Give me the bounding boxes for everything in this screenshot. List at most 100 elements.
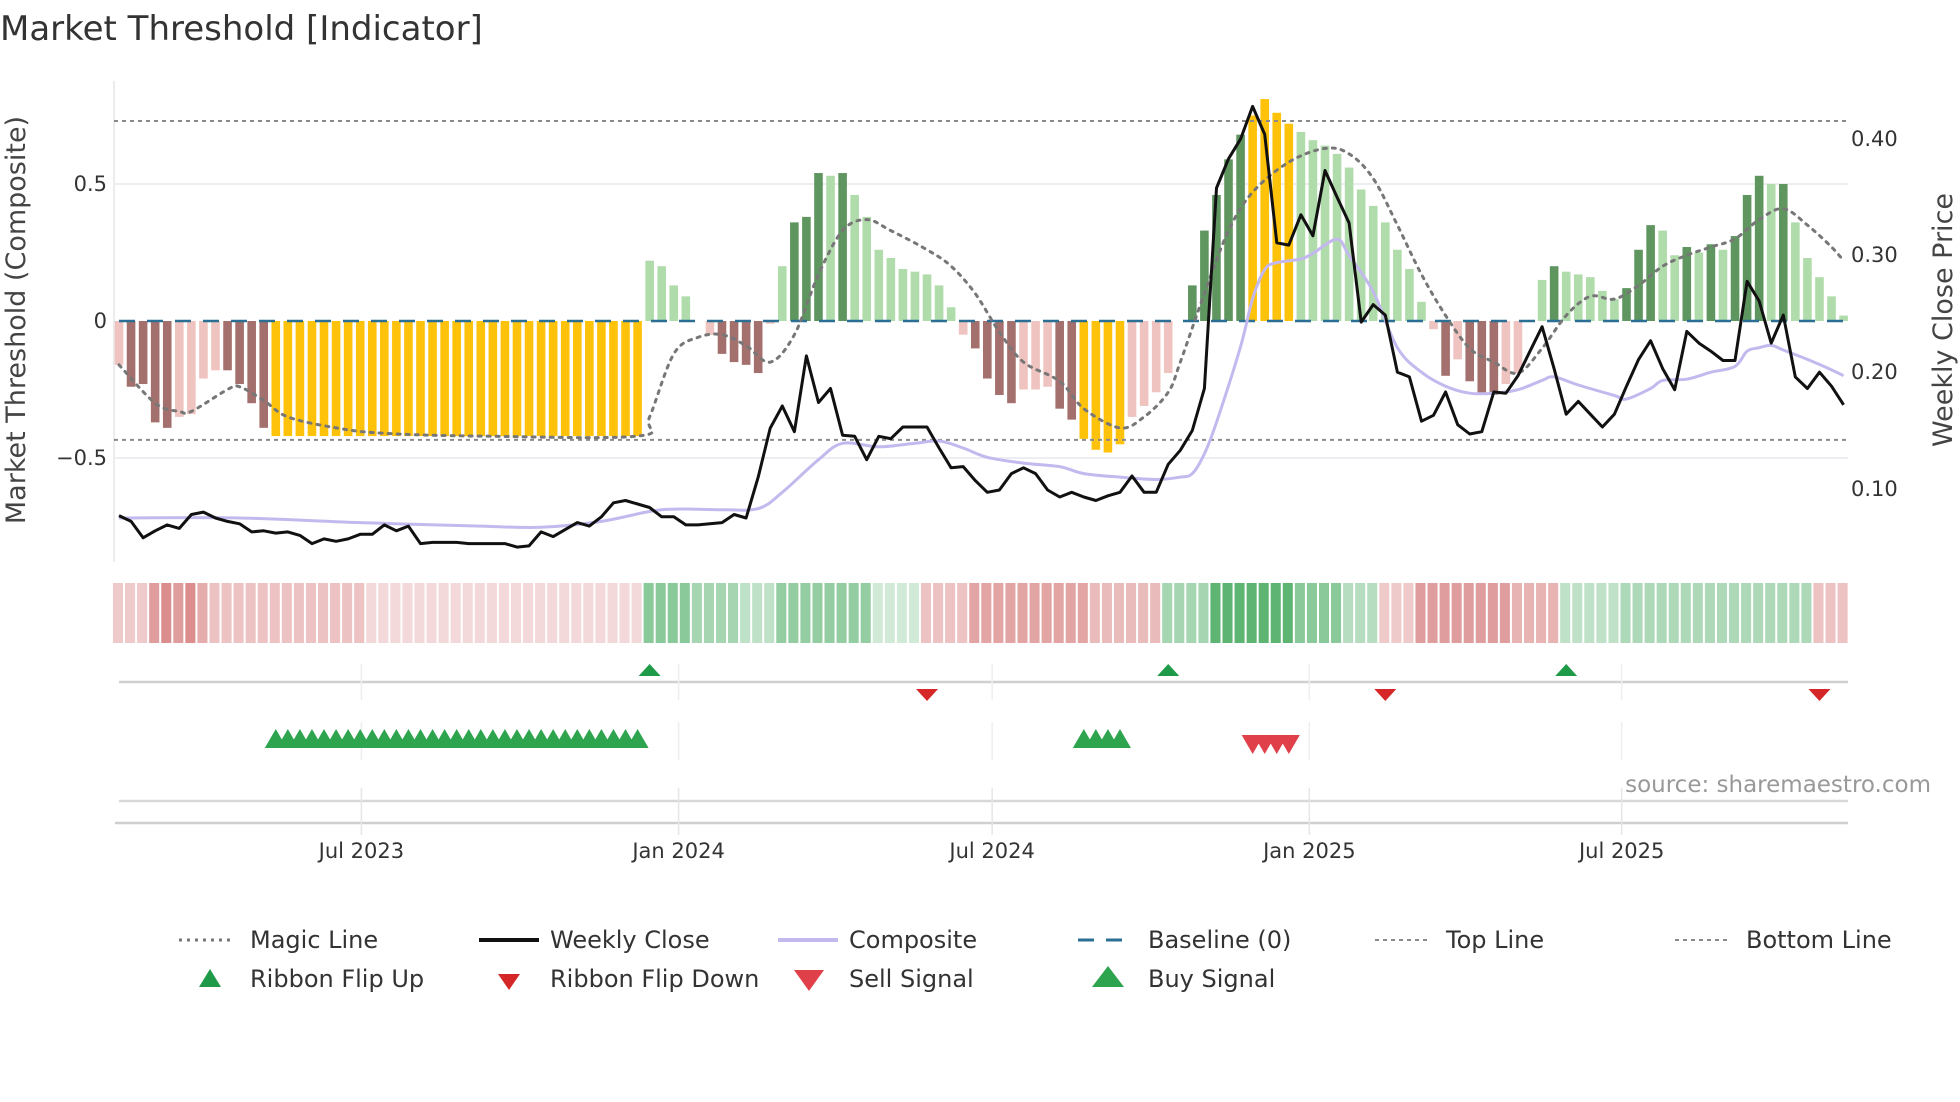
legend-label: Bottom Line xyxy=(1746,926,1892,954)
ribbon-cell xyxy=(535,583,546,643)
composite-bar xyxy=(1827,296,1836,321)
triangle-down-icon xyxy=(794,970,824,991)
composite-bar xyxy=(1718,249,1728,321)
ribbon-cell xyxy=(619,583,630,643)
legend-item-composite[interactable]: Composite xyxy=(778,926,977,954)
ribbon-flip-up-marker xyxy=(1157,664,1180,676)
ribbon-cell xyxy=(523,583,534,643)
ribbon-cell xyxy=(1813,583,1824,643)
composite-bar xyxy=(1031,321,1040,390)
ribbon-cell xyxy=(1536,583,1547,643)
triangle-up-icon xyxy=(199,969,221,987)
ribbon-cell xyxy=(378,583,389,643)
composite-bar xyxy=(1730,236,1740,321)
composite-bar xyxy=(536,321,546,437)
composite-bar xyxy=(1067,321,1077,420)
ribbon-cell xyxy=(450,583,461,643)
composite-line xyxy=(118,237,1845,530)
ribbon-cell xyxy=(764,583,775,643)
composite-bar xyxy=(898,268,908,321)
composite-bar xyxy=(452,321,461,437)
ribbon-cell xyxy=(1234,583,1245,643)
composite-bar xyxy=(488,321,498,437)
signals xyxy=(264,729,1300,754)
composite-bar xyxy=(331,321,341,437)
ribbon-cell xyxy=(462,583,473,643)
composite-bar xyxy=(343,321,353,437)
legend-item-ribbon-flip-up[interactable]: Ribbon Flip Up xyxy=(199,965,424,993)
weekly-close-line xyxy=(118,104,1845,549)
composite-bar xyxy=(500,321,510,437)
ribbon-cell xyxy=(1162,583,1173,643)
legend-item-ribbon-flip-down[interactable]: Ribbon Flip Down xyxy=(498,965,759,993)
composite-bar xyxy=(778,266,787,321)
composite-bar xyxy=(1127,321,1137,417)
composite-bar xyxy=(162,321,172,428)
composite-bar xyxy=(1296,131,1306,321)
ribbon-cell xyxy=(1741,583,1752,643)
ribbon-cell xyxy=(173,583,184,643)
composite-bar xyxy=(681,296,691,321)
ribbon-cell xyxy=(884,583,895,643)
legend-item-buy-signal[interactable]: Buy Signal xyxy=(1092,965,1275,993)
composite-bar xyxy=(1489,321,1499,395)
composite-bar xyxy=(464,321,474,437)
ribbon-cell xyxy=(728,583,739,643)
legend-item-sell-signal[interactable]: Sell Signal xyxy=(794,965,974,993)
ribbon-flip-down-marker xyxy=(916,689,939,701)
ribbon-flip-up-marker xyxy=(638,664,661,676)
ribbon-cell xyxy=(510,583,522,643)
legend-item-top-line[interactable]: Top Line xyxy=(1375,926,1544,954)
composite-bar xyxy=(1658,230,1667,321)
ribbon-cell xyxy=(1765,583,1776,643)
ribbon-cell xyxy=(1801,583,1812,643)
ribbon-cell xyxy=(221,583,232,643)
legend-item-magic-line[interactable]: Magic Line xyxy=(179,926,378,954)
composite-bar xyxy=(223,321,232,371)
y2-tick-label: 0.30 xyxy=(1851,243,1898,267)
composite-bar xyxy=(970,321,980,349)
ribbon-cell xyxy=(1451,583,1462,643)
legend-item-baseline[interactable]: Baseline (0) xyxy=(1078,926,1291,954)
ribbon-cell xyxy=(1306,583,1317,643)
ribbon-cell xyxy=(269,583,280,643)
composite-bar xyxy=(1549,266,1559,321)
composite-bar xyxy=(524,321,534,437)
ribbon-cell xyxy=(872,583,883,643)
ribbon-cell xyxy=(908,583,919,643)
composite-bar xyxy=(1501,321,1511,385)
composite-bar xyxy=(1284,123,1294,321)
ribbon-cell xyxy=(1282,583,1293,643)
legend-item-bottom-line[interactable]: Bottom Line xyxy=(1675,926,1892,954)
gridlines xyxy=(113,81,1848,835)
ribbon-cell xyxy=(1427,583,1438,643)
composite-bar xyxy=(1151,321,1161,393)
composite-bar xyxy=(621,321,630,437)
composite-bar xyxy=(416,321,425,437)
ribbon-cell xyxy=(1692,583,1703,643)
composite-bars xyxy=(114,99,1848,453)
composite-bar xyxy=(211,321,220,371)
ribbon-cell xyxy=(161,583,172,643)
composite-bar xyxy=(235,321,244,385)
ribbon-cell xyxy=(1126,583,1137,643)
legend-label: Composite xyxy=(849,926,977,954)
y2-axis-title: Weekly Close Price xyxy=(1928,193,1959,447)
ribbon-cell xyxy=(1704,583,1715,643)
composite-bar xyxy=(150,321,160,423)
composite-bar xyxy=(1694,252,1704,321)
ribbon-cell xyxy=(933,583,944,643)
composite-bar xyxy=(1573,274,1583,321)
ribbon-cell xyxy=(1005,583,1016,643)
composite-bar xyxy=(1103,321,1113,453)
composite-bar xyxy=(1079,321,1089,439)
ribbon-cell xyxy=(1222,583,1233,643)
legend-item-weekly-close[interactable]: Weekly Close xyxy=(479,926,710,954)
ribbon-cell xyxy=(1560,583,1571,643)
composite-bar xyxy=(175,321,184,417)
chart-title: Market Threshold [Indicator] xyxy=(0,9,483,49)
x-tick-label: Jan 2024 xyxy=(630,839,725,863)
ribbon-cell xyxy=(595,583,606,643)
ribbon-cell xyxy=(583,583,594,643)
ribbon-cell xyxy=(1475,583,1486,643)
